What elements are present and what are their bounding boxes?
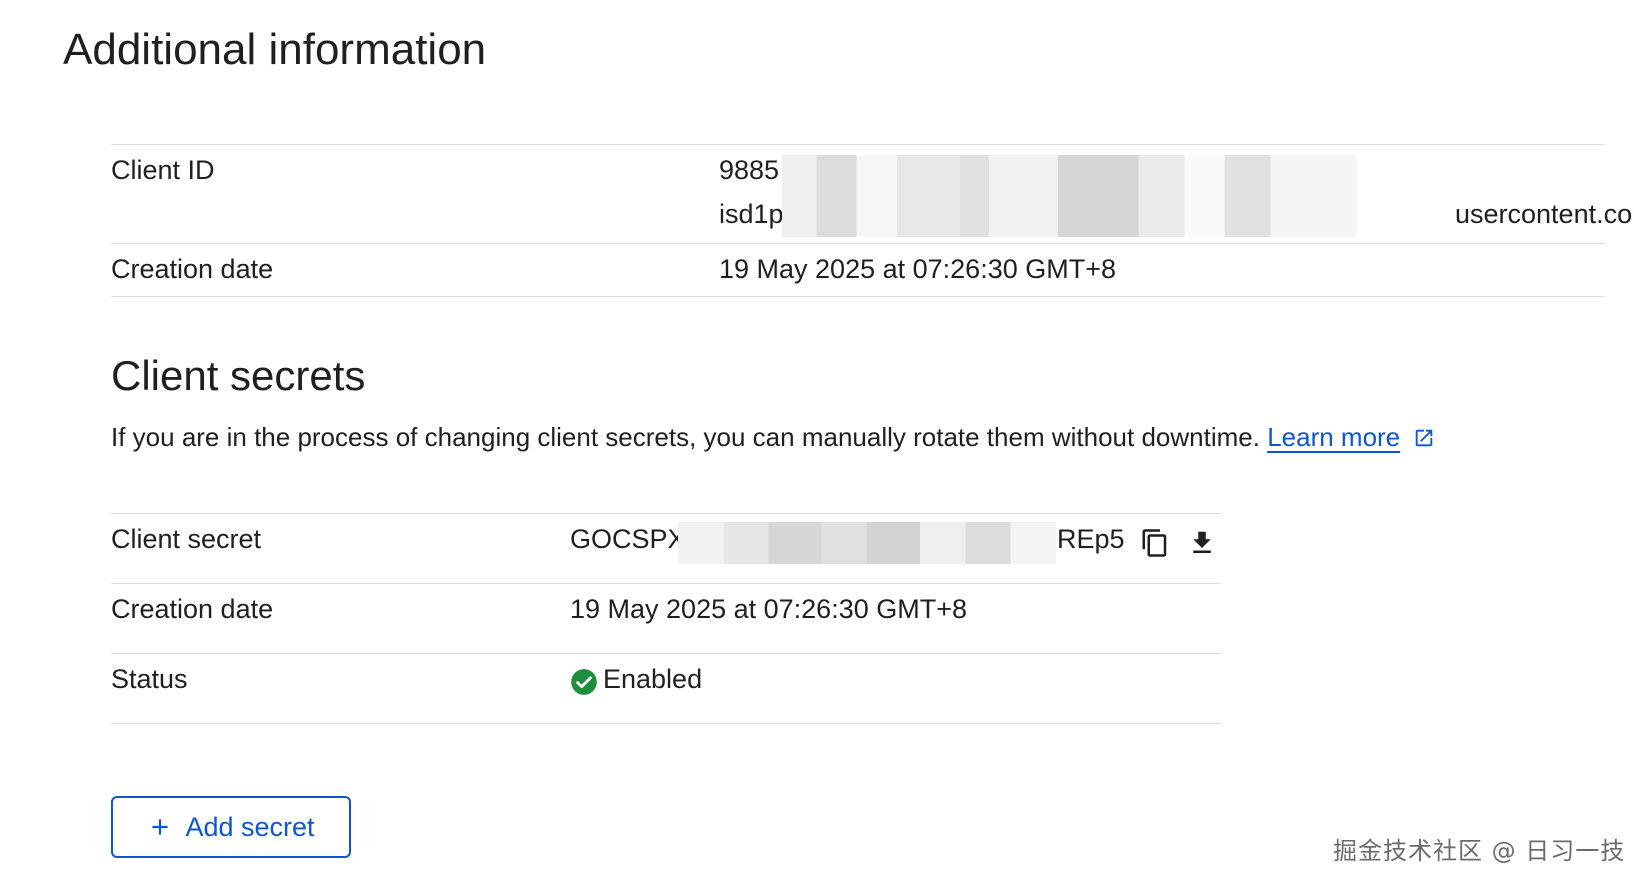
copy-secret-button[interactable] [1140,528,1170,558]
creation-date-value: 19 May 2025 at 07:26:30 GMT+8 [719,254,1116,284]
client-id-row: Client ID 9885 isd1p usercontent.com [111,145,1634,244]
status-badge: Enabled [603,664,703,694]
client-id-value-line2-end: usercontent.com [1455,199,1634,229]
secret-status-row: Status Enabled [111,654,1221,724]
copy-icon [1142,529,1167,557]
client-secret-row: Client secret GOCSPX REp5 [111,514,1221,584]
client-secret-table: Client secret GOCSPX REp5 Creation date … [111,513,1221,724]
client-secrets-description: If you are in the process of changing cl… [111,422,1435,453]
download-secret-button[interactable] [1187,528,1217,558]
additional-info-table: Client ID 9885 isd1p usercontent.com Cre… [111,144,1634,297]
download-icon [1193,531,1211,553]
client-id-label: Client ID [111,155,215,185]
secret-creation-date-label: Creation date [111,594,274,624]
client-id-value-start: 9885 [719,155,780,185]
external-link-icon [1416,429,1433,447]
client-secret-label: Client secret [111,524,262,554]
client-id-value-line2-start: isd1p [719,199,784,229]
watermark: 掘金技术社区 @ 日习一技 [1333,837,1626,865]
client-id-redaction [782,155,1357,237]
description-text: If you are in the process of changing cl… [111,422,1260,452]
client-secret-redaction [678,522,1056,564]
page-title: Additional information [63,25,487,74]
secret-creation-date-row: Creation date 19 May 2025 at 07:26:30 GM… [111,584,1221,654]
client-secret-value-start: GOCSPX [570,524,686,554]
client-secret-value-end: REp5 [1057,524,1125,554]
status-label: Status [111,664,188,694]
learn-more-link[interactable]: Learn more [1267,422,1400,452]
add-secret-label: Add secret [185,811,315,842]
plus-icon [152,819,169,835]
secret-creation-date-value: 19 May 2025 at 07:26:30 GMT+8 [570,594,967,624]
check-circle-icon [571,669,597,695]
add-secret-button[interactable]: Add secret [111,796,351,858]
client-secrets-title: Client secrets [111,352,366,399]
creation-date-label: Creation date [111,254,274,284]
creation-date-row: Creation date 19 May 2025 at 07:26:30 GM… [111,244,1605,297]
